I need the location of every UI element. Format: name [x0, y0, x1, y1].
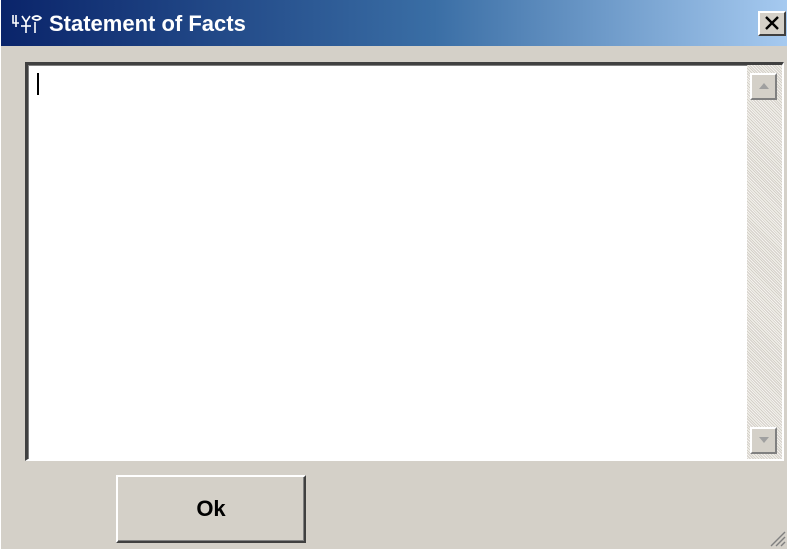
title-bar[interactable]: Statement of Facts — [1, 0, 787, 46]
close-button[interactable] — [758, 11, 786, 36]
vertical-scrollbar[interactable] — [747, 65, 782, 459]
scroll-up-button[interactable] — [750, 73, 777, 100]
statement-text-area[interactable] — [25, 62, 784, 461]
statement-of-facts-dialog: Statement of Facts Ok — [0, 0, 787, 549]
resize-grip-icon[interactable] — [764, 525, 786, 547]
text-caret — [37, 73, 39, 95]
application-logo-icon — [11, 13, 47, 35]
scroll-down-button[interactable] — [750, 427, 777, 454]
window-title: Statement of Facts — [49, 11, 246, 36]
ok-button[interactable]: Ok — [116, 475, 306, 543]
